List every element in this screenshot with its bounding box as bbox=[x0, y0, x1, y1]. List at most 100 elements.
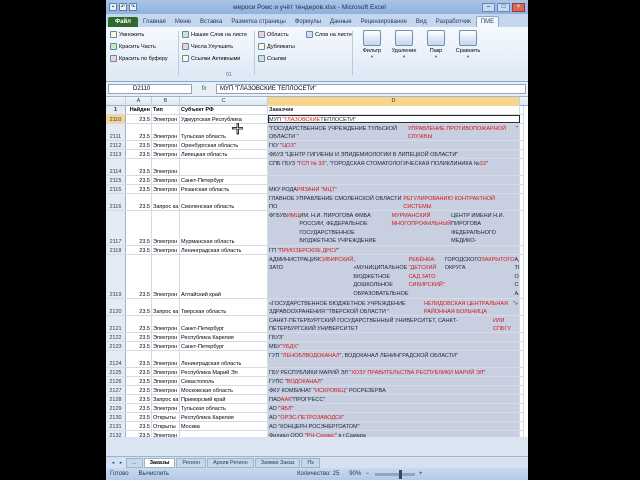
cell-region[interactable]: Санкт-Петербург bbox=[180, 342, 268, 350]
cell-region[interactable]: Ленинградская область bbox=[180, 351, 268, 367]
cell-type[interactable]: Электрон bbox=[152, 176, 180, 184]
maximize-button[interactable]: □ bbox=[497, 2, 510, 12]
sheet-tab-1[interactable]: Заказы bbox=[143, 457, 176, 468]
tab-8[interactable]: Вид bbox=[412, 17, 431, 27]
cell-found-date[interactable]: 23.5 bbox=[126, 211, 152, 245]
tab-10[interactable]: ПМЕ bbox=[475, 16, 500, 27]
column-header-a[interactable]: A bbox=[126, 97, 152, 106]
cell-found-date[interactable]: 23.5 bbox=[126, 150, 152, 158]
cell-region[interactable] bbox=[180, 431, 268, 437]
row-number[interactable]: 2112 bbox=[106, 141, 126, 149]
cell-extra[interactable] bbox=[520, 124, 524, 140]
cell-type[interactable]: Электрон bbox=[152, 377, 180, 385]
cell-type[interactable]: Электрон bbox=[152, 404, 180, 412]
cell-type[interactable]: Электрон bbox=[152, 246, 180, 254]
redo-icon[interactable]: ↷ bbox=[129, 3, 137, 11]
cell-found-date[interactable]: 23.5 bbox=[126, 377, 152, 385]
col3-button-2[interactable]: Ссылки bbox=[258, 54, 295, 63]
cell-region[interactable]: Субъект РФ bbox=[180, 106, 268, 114]
row-number[interactable]: 2115 bbox=[106, 176, 126, 184]
cell-extra[interactable] bbox=[520, 431, 524, 437]
close-button[interactable]: × bbox=[512, 2, 525, 12]
next-sheet-icon[interactable]: ▸ bbox=[118, 460, 124, 466]
cell-found-date[interactable]: 23.5 bbox=[126, 404, 152, 412]
cell-type[interactable]: Электрон bbox=[152, 141, 180, 149]
cell-region[interactable]: Приморский край bbox=[180, 395, 268, 403]
cell-extra[interactable] bbox=[520, 211, 524, 245]
cell-customer[interactable]: ФГБУВ ИМЦ ИМ. Н.И. ПИРОГОВА ФМБА РОССИИ, … bbox=[268, 211, 520, 245]
row-number[interactable]: 2116 bbox=[106, 194, 126, 210]
cell-type[interactable]: Электрон bbox=[152, 124, 180, 140]
cell-found-date[interactable]: 23.5 bbox=[126, 115, 152, 123]
row-number[interactable]: 2124 bbox=[106, 351, 126, 367]
first-sheet-icon[interactable]: ◂ bbox=[110, 460, 116, 466]
tab-7[interactable]: Рецензирование bbox=[357, 17, 411, 27]
cell-customer[interactable]: ГУПС " ВОДОКАНАЛ " bbox=[268, 377, 520, 385]
row-number[interactable]: 2121 bbox=[106, 316, 126, 332]
row-number[interactable]: 2128 bbox=[106, 395, 126, 403]
cell-customer[interactable]: ГКУ " ЦОЗ " bbox=[268, 141, 520, 149]
row-number[interactable]: 2120 bbox=[106, 299, 126, 315]
cell-region[interactable]: Тверская область bbox=[180, 299, 268, 315]
col2-button-0[interactable]: Нашие Слов на листе bbox=[182, 30, 247, 39]
cell-extra[interactable] bbox=[520, 413, 524, 421]
worksheet-grid[interactable]: A B C D 1 Найден Тип Субъект РФ Заказчик 2110… bbox=[106, 97, 528, 437]
col2-button-2[interactable]: Ссылки Активными bbox=[182, 54, 247, 63]
cell-region[interactable]: Алтайский край bbox=[180, 255, 268, 298]
cell-region[interactable] bbox=[180, 159, 268, 175]
col1-button-2[interactable]: Красить по буферу bbox=[110, 54, 168, 63]
zoom-out-icon[interactable]: − bbox=[365, 471, 369, 477]
cell-customer[interactable]: САНКТ-ПЕТЕРБУРГСКИЙ ГОСУДАРСТВЕННЫЙ УНИВ… bbox=[268, 316, 520, 332]
cell-customer[interactable]: АО " ЯБЛ " bbox=[268, 404, 520, 412]
cell-customer[interactable]: АО "КОНЦЕРН РОСЭНЕРГОАТОМ" bbox=[268, 422, 520, 430]
cell-extra[interactable] bbox=[520, 115, 524, 123]
minimize-button[interactable]: – bbox=[482, 2, 495, 12]
cell-found-date[interactable]: Найден bbox=[126, 106, 152, 114]
column-header-d[interactable]: D bbox=[268, 97, 520, 106]
row-number[interactable]: 2117 bbox=[106, 211, 126, 245]
tab-3[interactable]: Вставка bbox=[196, 17, 226, 27]
sheet-tab-0[interactable]: ... bbox=[126, 457, 143, 468]
cell-found-date[interactable]: 23.5 bbox=[126, 413, 152, 421]
tab-6[interactable]: Данные bbox=[326, 17, 356, 27]
cell-customer[interactable]: "ГОСУДАРСТВЕННОЕ УЧРЕЖДЕНИЕ ТУЛЬСКОЙ ОБЛ… bbox=[268, 124, 520, 140]
row-number[interactable]: 1 bbox=[106, 106, 126, 114]
cell-region[interactable]: Ленинградская область bbox=[180, 246, 268, 254]
sheet-tab-5[interactable]: Пк bbox=[301, 457, 320, 468]
cell-region[interactable]: Оренбургская область bbox=[180, 141, 268, 149]
cell-region[interactable]: Смоленская область bbox=[180, 194, 268, 210]
cell-extra[interactable] bbox=[520, 368, 524, 376]
cell-type[interactable]: Электрон bbox=[152, 342, 180, 350]
cell-extra[interactable] bbox=[520, 395, 524, 403]
ribbon-big-button-3[interactable]: Сравнить ▾ bbox=[454, 30, 482, 60]
col3-button-0[interactable]: Область bbox=[258, 30, 295, 39]
cell-found-date[interactable]: 23.5 bbox=[126, 386, 152, 394]
cell-found-date[interactable]: 23.5 bbox=[126, 342, 152, 350]
cell-type[interactable]: Запрос ка bbox=[152, 299, 180, 315]
cell-customer[interactable]: Филиал ООО " РН-Сервис " в г.Самара bbox=[268, 431, 520, 437]
cell-region[interactable]: Республика Карелия bbox=[180, 413, 268, 421]
cell-found-date[interactable]: 23.5 bbox=[126, 124, 152, 140]
zoom-slider[interactable] bbox=[374, 469, 415, 479]
cell-type[interactable]: Электрон bbox=[152, 150, 180, 158]
cell-found-date[interactable]: 23.5 bbox=[126, 194, 152, 210]
ribbon-big-button-1[interactable]: Удаление ▾ bbox=[390, 30, 418, 60]
tab-5[interactable]: Формулы bbox=[291, 17, 325, 27]
cell-type[interactable]: Запрос ка bbox=[152, 194, 180, 210]
cell-found-date[interactable]: 23.5 bbox=[126, 431, 152, 437]
cell-extra[interactable] bbox=[520, 386, 524, 394]
row-number[interactable]: 2132 bbox=[106, 431, 126, 437]
undo-icon[interactable]: ↶ bbox=[119, 3, 127, 11]
cell-type[interactable]: Электрон bbox=[152, 316, 180, 332]
save-icon[interactable]: ▪ bbox=[109, 3, 117, 11]
tab-4[interactable]: Разметка страницы bbox=[227, 17, 289, 27]
cell-found-date[interactable]: 23.5 bbox=[126, 422, 152, 430]
cell-extra[interactable] bbox=[520, 106, 524, 114]
cell-extra[interactable] bbox=[520, 404, 524, 412]
col1-button-1[interactable]: Красить Часть bbox=[110, 42, 168, 51]
cell-type[interactable]: Запрос ка bbox=[152, 395, 180, 403]
cell-region[interactable]: Санкт-Петербург bbox=[180, 176, 268, 184]
row-number[interactable]: 2118 bbox=[106, 246, 126, 254]
cell-type[interactable]: Электрон bbox=[152, 185, 180, 193]
cell-extra[interactable] bbox=[520, 246, 524, 254]
